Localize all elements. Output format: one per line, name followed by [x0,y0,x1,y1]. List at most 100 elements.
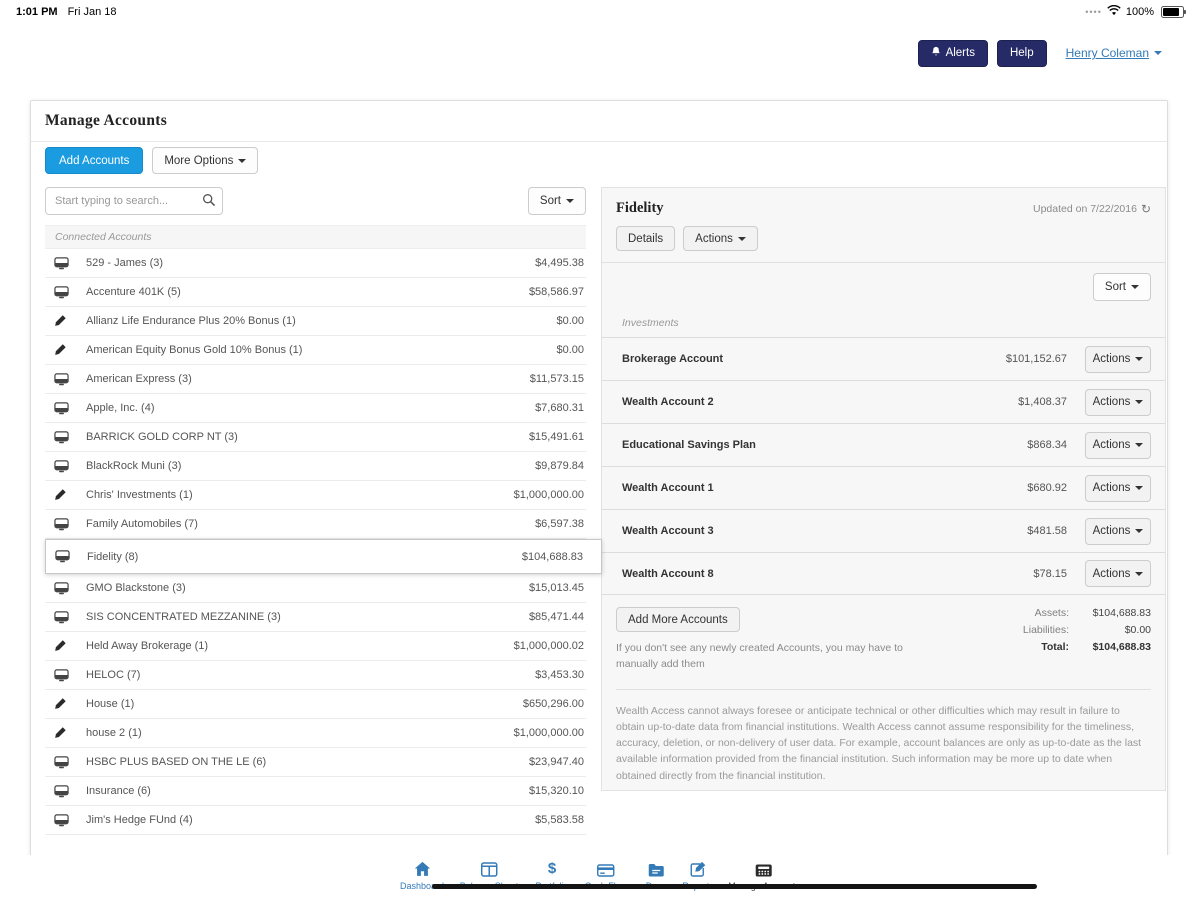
manual-account-icon [54,488,67,501]
more-options-button[interactable]: More Options [152,147,258,174]
account-name: Jim's Hedge FUnd (4) [86,814,193,826]
bell-icon [931,46,941,60]
chevron-down-icon [738,237,746,241]
connected-account-icon [54,256,69,271]
account-row[interactable]: Family Automobiles (7) $6,597.38 [45,510,586,539]
investments-header: Investments [602,311,1165,337]
account-name: Family Automobiles (7) [86,518,198,530]
sort-label: Sort [540,195,561,207]
liabilities-value: $0.00 [1077,624,1151,636]
liabilities-label: Liabilities: [1023,624,1069,636]
investment-row: Wealth Account 1 $680.92 Actions [602,466,1165,509]
sort-accounts-button[interactable]: Sort [528,187,586,215]
account-row[interactable]: HSBC PLUS BASED ON THE LE (6) $23,947.40 [45,748,586,777]
add-accounts-button[interactable]: Add Accounts [45,147,143,174]
assets-label: Assets: [1035,607,1069,619]
alerts-button[interactable]: Alerts [918,40,988,67]
account-value: $23,947.40 [529,756,584,768]
manual-account-icon [54,726,67,739]
add-more-accounts-button[interactable]: Add More Accounts [616,607,740,632]
actions-button-label: Actions [1093,396,1131,408]
investment-value: $101,152.67 [1006,353,1067,365]
actions-button-label: Actions [1093,482,1131,494]
investment-row: Wealth Account 3 $481.58 Actions [602,509,1165,552]
reports-icon [690,859,706,877]
account-row[interactable]: American Express (3) $11,573.15 [45,365,586,394]
search-input[interactable] [45,187,223,215]
connected-accounts-header: Connected Accounts [45,225,586,249]
account-row[interactable]: Fidelity (8) $104,688.83 [45,539,602,574]
investment-actions-button[interactable]: Actions [1085,560,1151,587]
account-row[interactable]: Apple, Inc. (4) $7,680.31 [45,394,586,423]
manage-accounts-card: Manage Accounts Add Accounts More Option… [30,100,1168,858]
investment-actions-button[interactable]: Actions [1085,346,1151,373]
account-row[interactable]: BARRICK GOLD CORP NT (3) $15,491.61 [45,423,586,452]
account-name: Fidelity (8) [87,551,138,563]
account-name: American Express (3) [86,373,192,385]
account-value: $4,495.38 [535,257,584,269]
dollar-icon: $ [548,859,556,877]
investment-value: $481.58 [1027,525,1067,537]
investment-name: Educational Savings Plan [622,439,756,451]
account-name: Apple, Inc. (4) [86,402,154,414]
account-name: house 2 (1) [86,727,142,739]
accounts-list-panel: Sort Connected Accounts 529 - James (3) … [45,187,586,835]
chevron-down-icon [1154,51,1162,55]
user-menu-label: Henry Coleman [1066,46,1149,60]
alerts-button-label: Alerts [946,47,975,59]
disclaimer-text: Wealth Access cannot always foresee or a… [616,689,1151,784]
details-button-label: Details [628,233,663,245]
account-value: $6,597.38 [535,518,584,530]
account-row[interactable]: Allianz Life Endurance Plus 20% Bonus (1… [45,307,586,336]
status-time: 1:01 PM [16,6,58,18]
investment-actions-button[interactable]: Actions [1085,475,1151,502]
assets-value: $104,688.83 [1077,607,1151,619]
connected-account-icon [55,549,70,564]
account-row[interactable]: American Equity Bonus Gold 10% Bonus (1)… [45,336,586,365]
connected-account-icon [54,581,69,596]
account-name: Held Away Brokerage (1) [86,640,208,652]
totals-summary: Assets: $104,688.83 Liabilities: $0.00 T… [1023,607,1151,673]
account-value: $9,879.84 [535,460,584,472]
account-value: $0.00 [556,344,584,356]
manual-account-icon [54,343,67,356]
investment-actions-button[interactable]: Actions [1085,432,1151,459]
investment-row: Wealth Account 8 $78.15 Actions [602,552,1165,595]
account-name: Allianz Life Endurance Plus 20% Bonus (1… [86,315,296,327]
account-name: BlackRock Muni (3) [86,460,181,472]
sort-investments-button[interactable]: Sort [1093,273,1151,301]
account-row[interactable]: Chris' Investments (1) $1,000,000.00 [45,481,586,510]
toolbar: Add Accounts More Options [45,147,258,174]
account-name: SIS CONCENTRATED MEZZANINE (3) [86,611,281,623]
account-value: $58,586.97 [529,286,584,298]
account-row[interactable]: BlackRock Muni (3) $9,879.84 [45,452,586,481]
home-indicator-bar [432,884,1037,889]
accounts-list: 529 - James (3) $4,495.38 Accenture 401K… [45,249,586,835]
manual-account-icon [54,697,67,710]
details-button[interactable]: Details [616,226,675,251]
docs-icon [647,859,664,877]
account-row[interactable]: 529 - James (3) $4,495.38 [45,249,586,278]
chevron-down-icon [1135,486,1143,490]
connected-account-icon [54,430,69,445]
account-row[interactable]: House (1) $650,296.00 [45,690,586,719]
account-row[interactable]: Jim's Hedge FUnd (4) $5,583.58 [45,806,586,835]
account-row[interactable]: HELOC (7) $3,453.30 [45,661,586,690]
investment-actions-button[interactable]: Actions [1085,518,1151,545]
investment-actions-button[interactable]: Actions [1085,389,1151,416]
account-row[interactable]: Insurance (6) $15,320.10 [45,777,586,806]
account-row[interactable]: Held Away Brokerage (1) $1,000,000.02 [45,632,586,661]
account-value: $85,471.44 [529,611,584,623]
user-menu[interactable]: Henry Coleman [1066,46,1162,60]
investment-value: $680.92 [1027,482,1067,494]
investment-row: Brokerage Account $101,152.67 Actions [602,337,1165,380]
refresh-icon[interactable]: ↻ [1141,202,1151,216]
account-row[interactable]: SIS CONCENTRATED MEZZANINE (3) $85,471.4… [45,603,586,632]
account-row[interactable]: GMO Blackstone (3) $15,013.45 [45,574,586,603]
actions-button[interactable]: Actions [683,226,758,251]
connected-account-icon [54,517,69,532]
account-row[interactable]: house 2 (1) $1,000,000.00 [45,719,586,748]
connected-account-icon [54,668,69,683]
account-row[interactable]: Accenture 401K (5) $58,586.97 [45,278,586,307]
help-button[interactable]: Help [997,40,1047,67]
